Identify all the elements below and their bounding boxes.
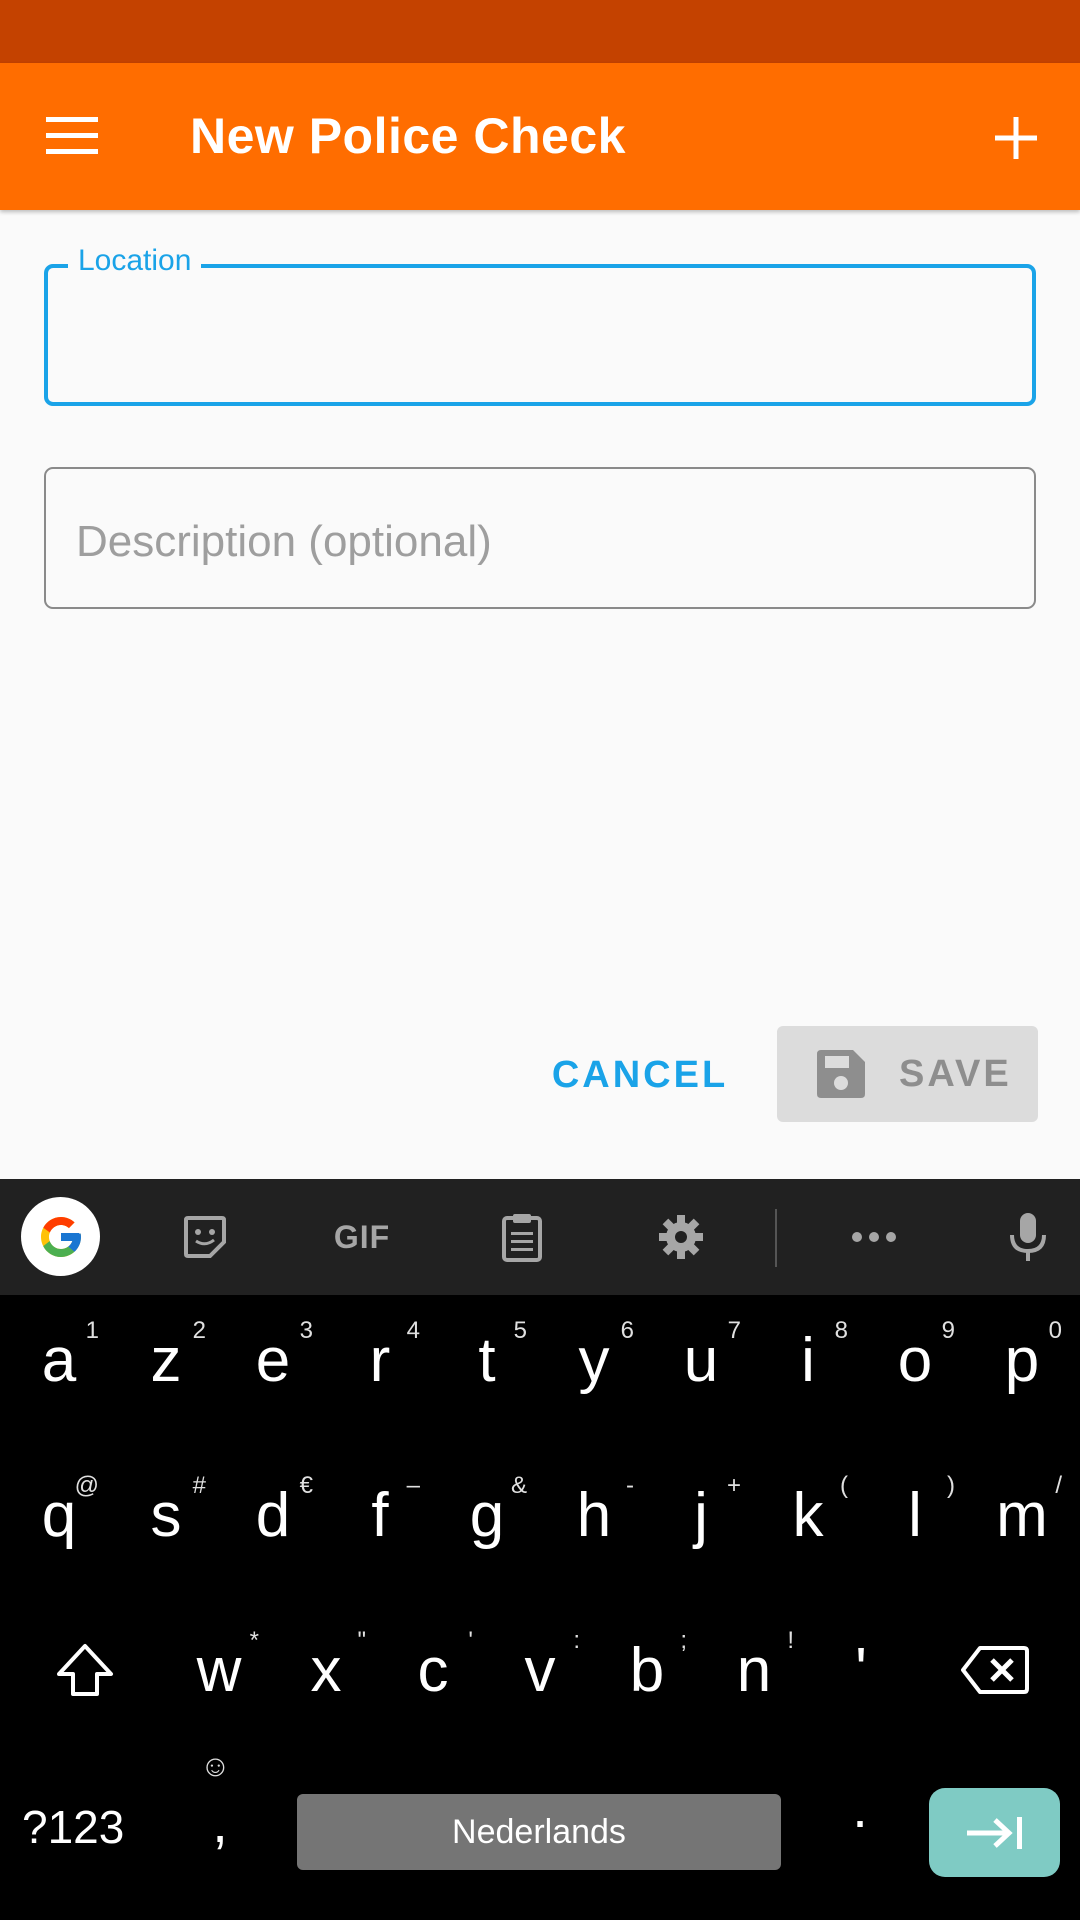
next-field-key[interactable] [929,1788,1060,1877]
key-hint: ' [468,1627,473,1654]
key-l[interactable]: l) [861,1450,969,1580]
backspace-key[interactable] [935,1605,1055,1735]
key-a[interactable]: a1 [5,1295,113,1425]
key-hint: @ [74,1472,99,1499]
key-e[interactable]: e3 [219,1295,327,1425]
key-hint: 3 [299,1317,313,1344]
key-hint: : [573,1627,580,1654]
key-hint: 6 [620,1317,634,1344]
clipboard-icon[interactable] [495,1197,549,1277]
key-n[interactable]: n! [700,1605,808,1735]
shift-icon [57,1644,113,1696]
key-hint: 1 [85,1317,99,1344]
toolbar-divider [775,1209,777,1267]
key-v[interactable]: v: [486,1605,594,1735]
key-z[interactable]: z2 [112,1295,220,1425]
symbols-key[interactable]: ?123 [22,1800,152,1860]
key-r[interactable]: r4 [326,1295,434,1425]
key-o[interactable]: o9 [861,1295,969,1425]
key-hint: " [357,1627,366,1654]
key-u[interactable]: u7 [647,1295,755,1425]
key-w[interactable]: w * [165,1605,273,1735]
shift-key[interactable] [25,1605,145,1735]
tab-arrow-icon [966,1816,1022,1849]
key-hint: ) [947,1472,955,1499]
key-hint: – [406,1472,420,1499]
key-p[interactable]: p0 [968,1295,1076,1425]
key-hint: 9 [941,1317,955,1344]
cancel-button[interactable]: CANCEL [540,1030,740,1120]
key-hint: 8 [834,1317,848,1344]
floppy-disk-icon [815,1048,867,1100]
key-y[interactable]: y6 [540,1295,648,1425]
key-j[interactable]: j + [647,1450,755,1580]
key-hint: 0 [1048,1317,1062,1344]
comma-key[interactable]: ☺ , [190,1750,250,1890]
google-icon[interactable] [21,1197,100,1276]
status-bar [0,0,1080,63]
key-hint: 2 [192,1317,206,1344]
key-hint: # [192,1472,206,1499]
key-f[interactable]: f – [326,1450,434,1580]
key-hint: - [626,1472,634,1499]
app-bar: New Police Check [0,63,1080,210]
menu-icon[interactable] [34,103,110,169]
key-hint: / [1055,1472,1062,1499]
sticker-icon[interactable] [175,1197,235,1277]
space-key[interactable]: Nederlands [297,1794,781,1870]
more-icon[interactable] [848,1197,900,1277]
microphone-icon[interactable] [1005,1197,1051,1277]
description-placeholder: Description (optional) [76,517,492,566]
save-button[interactable]: SAVE [777,1026,1038,1122]
key-i[interactable]: i8 [754,1295,862,1425]
save-label: SAVE [899,1052,1012,1095]
location-field[interactable]: Location [44,244,1036,406]
backspace-icon [961,1646,1029,1694]
key-hint: 7 [727,1317,741,1344]
settings-icon[interactable] [655,1197,707,1277]
key-d[interactable]: d € [219,1450,327,1580]
comma-label: , [212,1791,228,1854]
key-hint: + [726,1472,741,1499]
key-s[interactable]: s # [112,1450,220,1580]
key-g[interactable]: g & [433,1450,541,1580]
key-x[interactable]: x " [272,1605,380,1735]
key-c[interactable]: c ' [379,1605,487,1735]
key-b[interactable]: b; [593,1605,701,1735]
key-hint: 5 [513,1317,527,1344]
key-hint: 4 [406,1317,420,1344]
key-t[interactable]: t5 [433,1295,541,1425]
key-hint: ! [787,1627,794,1654]
key-hint: € [299,1472,313,1499]
key-m[interactable]: m / [968,1450,1076,1580]
page-title: New Police Check [190,108,626,164]
location-label: Location [68,244,202,278]
key-h[interactable]: h- [540,1450,648,1580]
emoji-hint: ☺ [200,1750,231,1783]
keyboard: a1 z2 e3 r4 t5 y6 u7 i8 o9 p0 q @ s # d € f… [0,1295,1080,1920]
gif-button[interactable]: GIF [320,1197,404,1277]
key-apostrophe[interactable]: ' [807,1605,915,1735]
key-label: ' [855,1636,867,1705]
key-hint: * [249,1627,259,1654]
key-k[interactable]: k( [754,1450,862,1580]
key-hint: & [510,1472,527,1499]
description-field[interactable]: Description (optional) [44,467,1036,609]
keyboard-toolbar: GIF [0,1179,1080,1295]
key-q[interactable]: q @ [5,1450,113,1580]
plus-icon[interactable] [976,103,1056,173]
key-hint: ( [840,1472,848,1499]
period-key[interactable]: . [835,1775,885,1855]
key-hint: ; [680,1627,687,1654]
